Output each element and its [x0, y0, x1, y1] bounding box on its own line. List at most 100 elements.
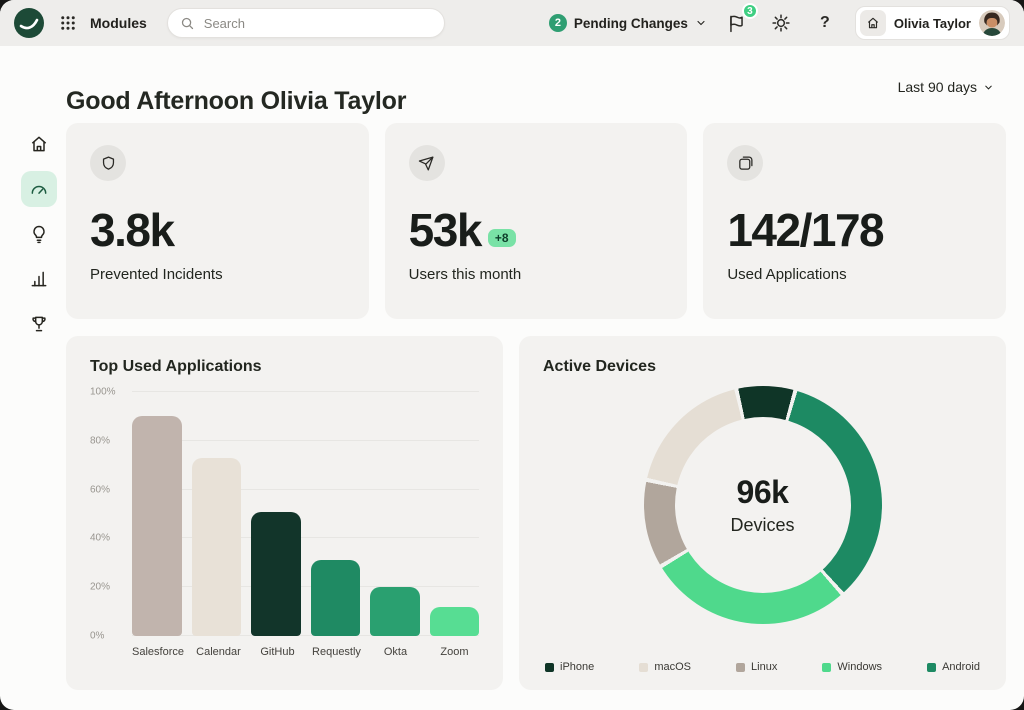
users-delta-badge: +8	[488, 229, 516, 247]
sidebar-item-home[interactable]	[21, 126, 57, 162]
legend-label: Windows	[837, 661, 882, 673]
pending-changes-button[interactable]: 2 Pending Changes	[549, 14, 707, 32]
prevented-incidents-card: 3.8k Prevented Incidents	[66, 123, 369, 319]
y-axis-tick: 40%	[90, 533, 110, 544]
bar-calendar	[192, 458, 242, 636]
prevented-incidents-value: 3.8k	[90, 207, 174, 253]
donut-center: 96k Devices	[644, 386, 882, 624]
legend-label: iPhone	[560, 661, 594, 673]
y-axis-tick: 100%	[90, 387, 116, 398]
house-icon	[860, 10, 886, 36]
chevron-down-icon	[695, 17, 707, 29]
donut-chart: 96k Devices	[644, 386, 882, 624]
lightbulb-icon	[29, 224, 49, 244]
bar-chart-x-axis: Salesforce Calendar GitHub Requestly Okta Zoo…	[132, 646, 479, 658]
used-applications-value: 142	[727, 207, 799, 253]
bar-chart-icon	[29, 269, 49, 289]
gear-icon	[771, 13, 791, 33]
modules-label: Modules	[90, 15, 147, 31]
notifications-button[interactable]: 3	[723, 9, 751, 37]
help-button[interactable]: ?	[811, 9, 839, 37]
search-icon	[180, 16, 195, 31]
devices-total-value: 96k	[737, 474, 789, 511]
legend-label: Linux	[751, 661, 777, 673]
top-bar-actions: 2 Pending Changes 3 ?	[549, 6, 1010, 40]
user-name: Olivia Taylor	[894, 16, 971, 31]
bar-github	[251, 512, 301, 636]
legend-item-windows: Windows	[822, 661, 882, 673]
sidebar-nav	[17, 126, 61, 342]
users-this-month-value: 53k	[409, 207, 481, 253]
trophy-icon	[29, 314, 49, 334]
bar-chart-plot	[132, 392, 479, 636]
legend-label: Android	[942, 661, 980, 673]
active-devices-title: Active Devices	[543, 358, 982, 376]
x-axis-tick: Calendar	[194, 646, 243, 658]
bar-salesforce	[132, 416, 182, 636]
page-title: Good Afternoon Olivia Taylor	[66, 87, 406, 116]
y-axis-tick: 80%	[90, 435, 110, 446]
settings-button[interactable]	[767, 9, 795, 37]
top-used-applications-title: Top Used Applications	[90, 358, 479, 376]
stat-cards-row: 3.8k Prevented Incidents 53k +8 Users th…	[66, 123, 1006, 319]
prevented-incidents-label: Prevented Incidents	[90, 266, 345, 283]
bar-zoom	[430, 607, 480, 636]
sidebar-item-reports[interactable]	[21, 261, 57, 297]
y-axis-tick: 60%	[90, 484, 110, 495]
user-menu[interactable]: Olivia Taylor	[855, 6, 1010, 40]
bar-chart: 0%20%40%60%80%100%	[90, 392, 479, 636]
gauge-icon	[29, 179, 49, 199]
legend-swatch	[822, 663, 831, 672]
devices-total-label: Devices	[730, 515, 794, 536]
modules-grid-icon[interactable]	[54, 9, 82, 37]
x-axis-tick: Zoom	[430, 646, 479, 658]
used-applications-label: Used Applications	[727, 266, 982, 283]
home-icon	[29, 134, 49, 154]
legend-item-android: Android	[927, 661, 980, 673]
x-axis-tick: Okta	[371, 646, 420, 658]
x-axis-tick: Requestly	[312, 646, 361, 658]
active-devices-card: Active Devices 96k Devices iPhone macOS Li…	[519, 336, 1006, 690]
sidebar-item-insights[interactable]	[21, 216, 57, 252]
bar-okta	[370, 587, 420, 636]
date-range-dropdown[interactable]: Last 90 days	[898, 79, 994, 95]
x-axis-tick: GitHub	[253, 646, 302, 658]
notifications-count-badge: 3	[742, 3, 758, 19]
apps-icon	[727, 145, 763, 181]
send-icon	[409, 145, 445, 181]
chevron-down-icon	[983, 82, 994, 93]
user-avatar	[979, 10, 1005, 36]
search-bar[interactable]	[167, 8, 445, 38]
legend-swatch	[927, 663, 936, 672]
charts-row: Top Used Applications 0% 20% 40% 60% 80% 100%…	[66, 336, 1006, 690]
search-input[interactable]	[202, 15, 432, 32]
legend-item-iphone: iPhone	[545, 661, 594, 673]
bar-chart-y-axis: 0%20%40%60%80%100%	[90, 392, 124, 636]
total-applications-value: /178	[800, 207, 884, 253]
brand-logo-icon[interactable]	[14, 8, 44, 38]
bars	[132, 392, 479, 636]
sidebar-item-dashboard[interactable]	[21, 171, 57, 207]
users-this-month-label: Users this month	[409, 266, 664, 283]
users-this-month-card: 53k +8 Users this month	[385, 123, 688, 319]
y-axis-tick: 20%	[90, 582, 110, 593]
pending-changes-label: Pending Changes	[574, 16, 688, 31]
bar-requestly	[311, 560, 361, 636]
date-range-value: Last 90 days	[898, 79, 977, 95]
pending-changes-count-badge: 2	[549, 14, 567, 32]
legend-label: macOS	[654, 661, 691, 673]
legend-item-linux: Linux	[736, 661, 777, 673]
dashboard-app: Modules 2 Pending Changes 3	[0, 0, 1024, 710]
y-axis-tick: 0%	[90, 631, 104, 642]
legend-swatch	[639, 663, 648, 672]
sidebar-item-achievements[interactable]	[21, 306, 57, 342]
top-bar: Modules 2 Pending Changes 3	[0, 0, 1024, 46]
legend-swatch	[736, 663, 745, 672]
top-used-applications-card: Top Used Applications 0% 20% 40% 60% 80% 100%…	[66, 336, 503, 690]
legend-item-macos: macOS	[639, 661, 691, 673]
shield-icon	[90, 145, 126, 181]
legend-swatch	[545, 663, 554, 672]
used-applications-card: 142 /178 Used Applications	[703, 123, 1006, 319]
active-devices-legend: iPhone macOS Linux Windows Android	[545, 661, 980, 673]
x-axis-tick: Salesforce	[132, 646, 184, 658]
